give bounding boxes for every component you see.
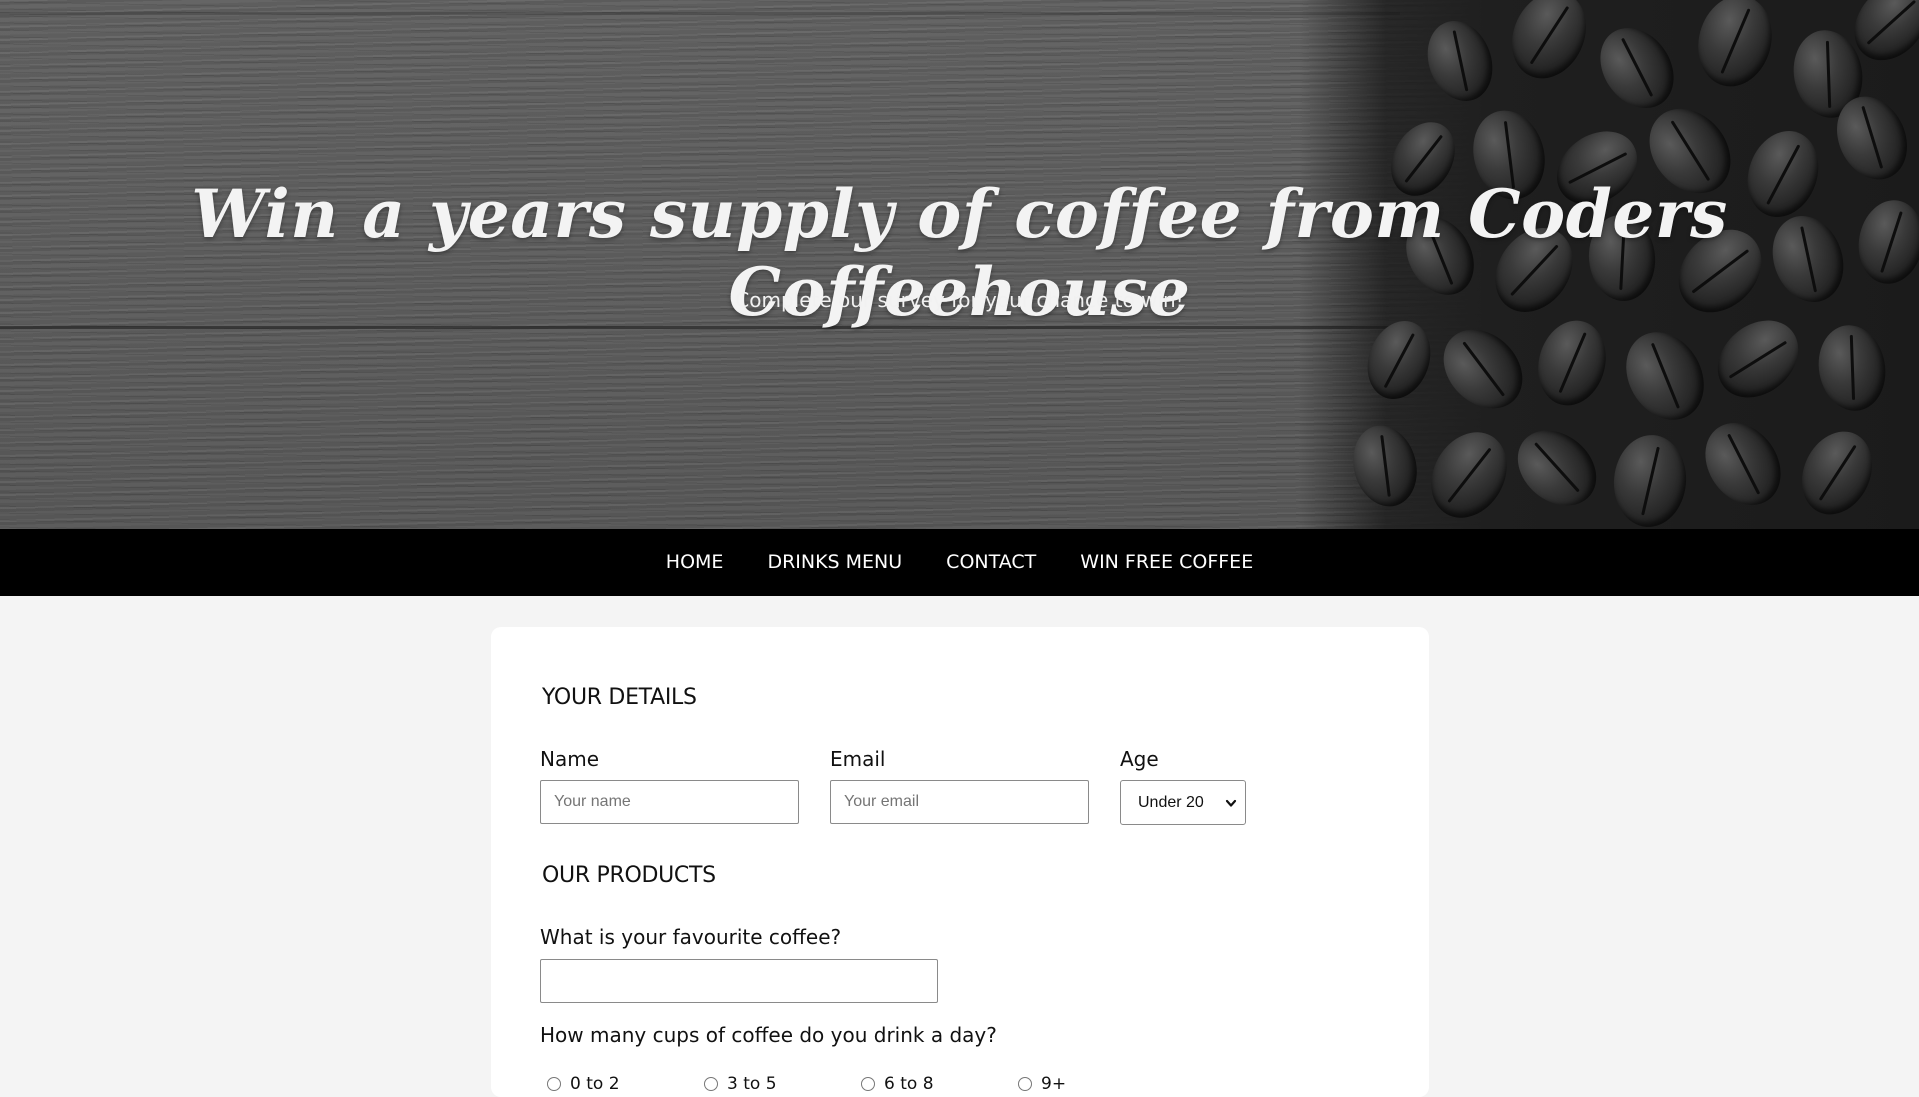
favourite-coffee-input[interactable] (540, 959, 938, 1003)
cups-option-3-5[interactable]: 3 to 5 (704, 1074, 861, 1094)
favourite-coffee-label: What is your favourite coffee? (540, 925, 842, 949)
survey-form-card: YOUR DETAILS Name Email Age Under 20 OUR… (491, 627, 1429, 1097)
cups-option-6-8[interactable]: 6 to 8 (861, 1074, 1018, 1094)
coffee-bean (1688, 0, 1782, 95)
email-input[interactable] (830, 780, 1089, 824)
nav-win-free-coffee-link[interactable]: WIN FREE COFFEE (1058, 529, 1275, 596)
our-products-heading: OUR PRODUCTS (542, 863, 716, 888)
page-subtitle: Complete our survey for your chance to w… (735, 288, 1184, 312)
coffee-bean (1416, 418, 1522, 529)
cups-per-day-radio-group: 0 to 2 3 to 5 6 to 8 9+ (547, 1074, 1175, 1094)
coffee-bean (1502, 415, 1612, 521)
radio-button[interactable] (861, 1077, 875, 1091)
coffee-bean (1344, 418, 1426, 514)
coffee-bean (1610, 432, 1690, 529)
chevron-down-icon (1225, 799, 1237, 807)
your-details-heading: YOUR DETAILS (542, 685, 697, 710)
radio-label: 0 to 2 (570, 1074, 620, 1094)
radio-label: 3 to 5 (727, 1074, 777, 1094)
coffee-bean (1416, 11, 1504, 111)
coffee-bean (1585, 13, 1689, 123)
cups-option-9-plus[interactable]: 9+ (1018, 1074, 1175, 1094)
coffee-bean (1498, 0, 1600, 91)
age-label: Age (1120, 747, 1159, 771)
coffee-bean (1610, 318, 1720, 434)
name-label: Name (540, 747, 600, 771)
cups-option-0-2[interactable]: 0 to 2 (547, 1074, 704, 1094)
age-select-value: Under 20 (1138, 793, 1204, 811)
nav-home-link[interactable]: HOME (644, 529, 746, 596)
nav-contact-link[interactable]: CONTACT (924, 529, 1058, 596)
radio-button[interactable] (1018, 1077, 1032, 1091)
radio-button[interactable] (704, 1077, 718, 1091)
wood-plank-seam (0, 12, 1400, 15)
coffee-bean (1812, 319, 1892, 417)
age-select[interactable]: Under 20 (1120, 780, 1246, 825)
radio-button[interactable] (547, 1077, 561, 1091)
coffee-bean (1689, 408, 1797, 520)
nav-drinks-menu-link[interactable]: DRINKS MENU (745, 529, 924, 596)
main-nav: HOME DRINKS MENU CONTACT WIN FREE COFFEE (0, 529, 1919, 596)
coffee-bean (1788, 420, 1886, 526)
hero-banner: Win a years supply of coffee from Coders… (0, 0, 1919, 529)
cups-per-day-label: How many cups of coffee do you drink a d… (540, 1023, 997, 1047)
radio-label: 6 to 8 (884, 1074, 934, 1094)
name-input[interactable] (540, 780, 799, 824)
radio-label: 9+ (1041, 1074, 1067, 1094)
email-label: Email (830, 747, 886, 771)
